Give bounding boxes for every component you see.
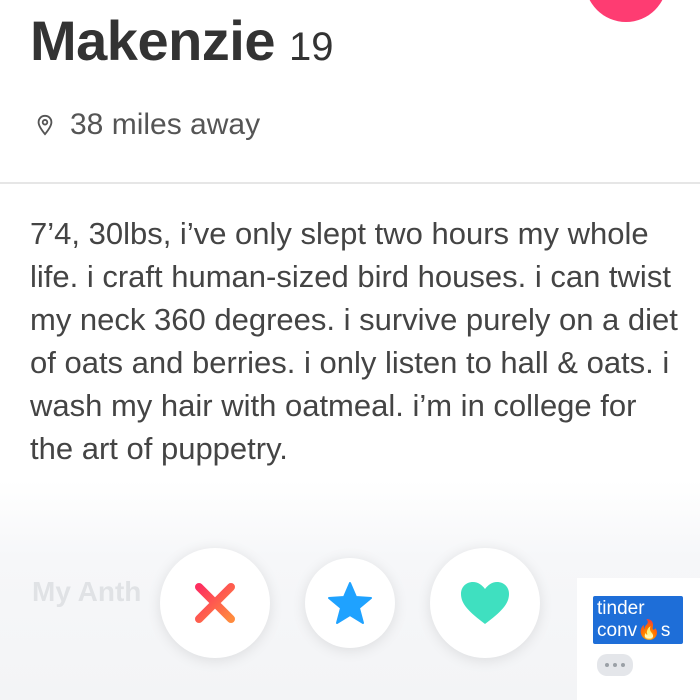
watermark-line2-end: s <box>660 620 671 641</box>
distance-text: 38 miles away <box>70 108 261 141</box>
location-pin-icon <box>37 114 53 136</box>
watermark-line2-text: conv <box>597 620 638 641</box>
divider <box>0 182 700 184</box>
nope-button[interactable] <box>160 548 270 658</box>
heart-icon <box>461 582 509 624</box>
watermark-line1: tinder <box>597 598 645 619</box>
fire-emoji-icon: 🔥 <box>637 620 661 641</box>
anthem-heading: My Anth <box>32 576 142 607</box>
star-icon <box>328 582 372 624</box>
typing-bubble-icon <box>597 654 633 676</box>
close-icon <box>195 583 235 623</box>
like-button[interactable] <box>430 548 540 658</box>
super-like-button[interactable] <box>305 558 395 648</box>
profile-bio: 7’4, 30lbs, i’ve only slept two hours my… <box>30 216 678 466</box>
profile-age: 19 <box>289 25 334 69</box>
profile-name: Makenzie <box>30 9 276 72</box>
watermark-line2: conv🔥s <box>597 620 679 642</box>
watermark-logo: tinder conv🔥s <box>593 596 683 644</box>
profile-header: Makenzie 19 <box>30 8 334 73</box>
watermark: tinder conv🔥s <box>577 578 700 700</box>
profile-action-button-partial[interactable] <box>585 0 667 22</box>
distance-row: 38 miles away <box>34 108 260 142</box>
